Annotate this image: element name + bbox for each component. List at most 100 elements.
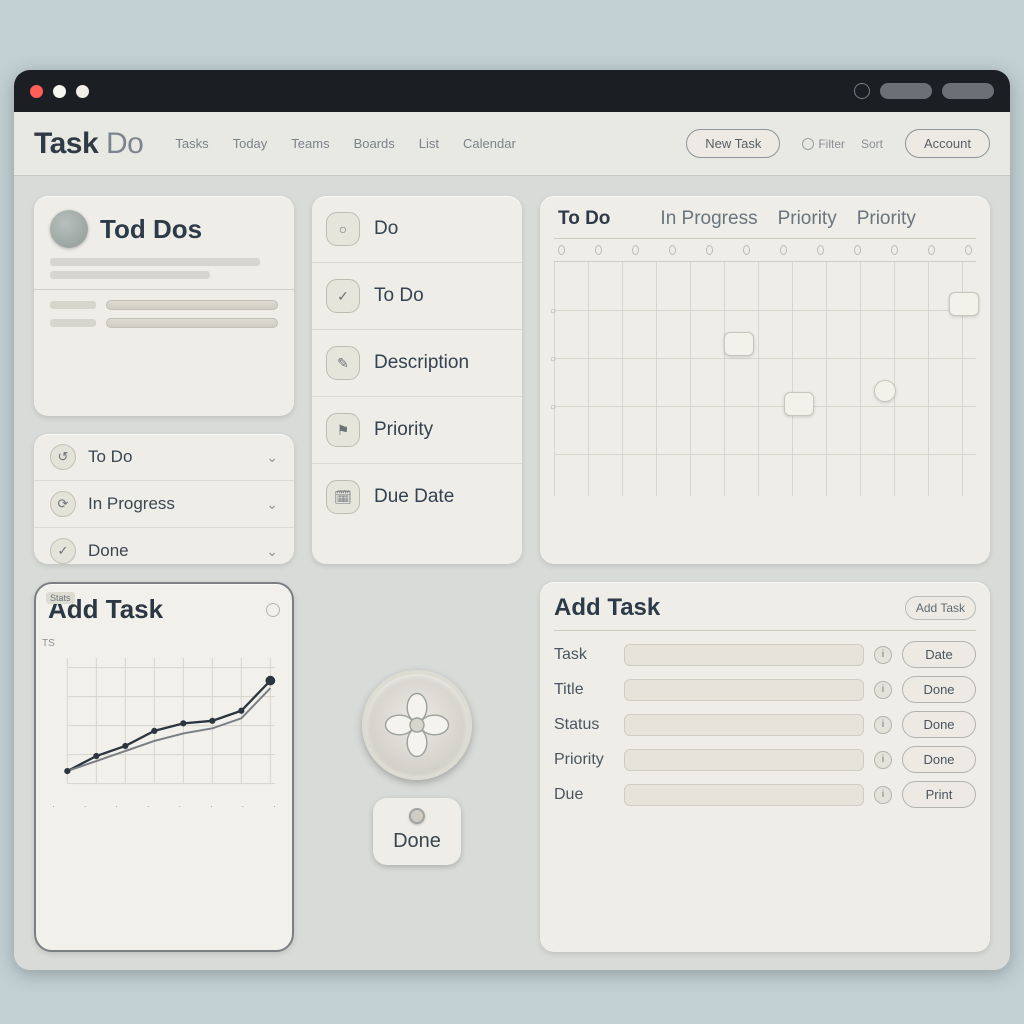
timeline-row-label: ○: [550, 354, 556, 365]
side-button-done[interactable]: Done: [902, 711, 976, 738]
flower-icon: [362, 670, 472, 780]
field-label: Priority: [374, 419, 433, 441]
timeline-item[interactable]: [874, 380, 896, 402]
divider: [34, 289, 294, 290]
tag-chip: [50, 301, 96, 309]
top-nav: Task Do Tasks Today Teams Boards List Ca…: [14, 112, 1010, 176]
info-icon[interactable]: i: [874, 786, 892, 804]
form-label: Status: [554, 716, 614, 734]
task-fields-card: ○ Do ✓ To Do ✎ Description ⚑ Priority 🗓 …: [312, 196, 522, 564]
circle-arrow-icon: ↺: [50, 444, 76, 470]
nav-links: Tasks Today Teams Boards List Calendar: [175, 136, 664, 151]
timeline-grid[interactable]: ○ ○ ○: [554, 261, 976, 496]
due-input[interactable]: [624, 784, 864, 806]
account-pill[interactable]: [880, 83, 932, 99]
done-chip[interactable]: Done: [373, 798, 461, 865]
new-task-button[interactable]: New Task: [686, 129, 780, 158]
timeline-item[interactable]: [949, 292, 979, 316]
field-label: Due Date: [374, 486, 454, 508]
info-icon[interactable]: i: [874, 751, 892, 769]
window-controls: [30, 85, 89, 98]
chart-x-ticks: ········: [48, 801, 280, 811]
check-icon: ✓: [50, 538, 76, 564]
nav-link-teams[interactable]: Teams: [291, 136, 329, 151]
side-button-date[interactable]: Date: [902, 641, 976, 668]
nav-link-calendar[interactable]: Calendar: [463, 136, 516, 151]
chart-tag: Stats: [46, 592, 75, 604]
timeline-col-priority[interactable]: Priority: [778, 208, 837, 230]
nav-link-list[interactable]: List: [419, 136, 439, 151]
timeline-row-label: ○: [550, 306, 556, 317]
field-row-todo[interactable]: ✓ To Do: [312, 263, 522, 330]
timeline-col-todo[interactable]: To Do: [558, 208, 610, 230]
status-row-done[interactable]: ✓ Done ⌄: [34, 528, 294, 574]
form-rows: Task i Date Title i Done Status i Done: [554, 641, 976, 808]
maximize-icon[interactable]: [76, 85, 89, 98]
status-label: In Progress: [88, 494, 254, 514]
info-icon[interactable]: i: [874, 716, 892, 734]
minimize-icon[interactable]: [53, 85, 66, 98]
nav-filter[interactable]: Filter: [818, 137, 845, 151]
quick-input[interactable]: [106, 318, 278, 328]
edit-icon: ✎: [326, 346, 360, 380]
done-label: Done: [393, 830, 441, 853]
timeline-item[interactable]: [724, 332, 754, 356]
board: Tod Dos ↺ To Do ⌄ ⟳ In Progress: [14, 176, 1010, 970]
form-row-due: Due i Print: [554, 781, 976, 808]
menu-pill[interactable]: [942, 83, 994, 99]
placeholder-line: [50, 271, 210, 279]
task-input[interactable]: [624, 644, 864, 666]
field-label: Description: [374, 352, 469, 374]
status-row-inprogress[interactable]: ⟳ In Progress ⌄: [34, 481, 294, 528]
field-row-duedate[interactable]: 🗓 Due Date: [312, 464, 522, 530]
quick-input[interactable]: [106, 300, 278, 310]
chart-ylabel: TS: [42, 638, 55, 649]
priority-input[interactable]: [624, 749, 864, 771]
chevron-down-icon: ⌄: [266, 543, 278, 560]
status-filter-card: ↺ To Do ⌄ ⟳ In Progress ⌄ ✓ Done ⌄: [34, 434, 294, 564]
field-row-description[interactable]: ✎ Description: [312, 330, 522, 397]
nav-link-boards[interactable]: Boards: [354, 136, 395, 151]
status-label: To Do: [88, 447, 254, 467]
brand-sub: Do: [106, 127, 143, 160]
side-button-done[interactable]: Done: [902, 676, 976, 703]
todos-title: Tod Dos: [100, 214, 202, 245]
tag-chip: [50, 319, 96, 327]
account-button[interactable]: Account: [905, 129, 990, 158]
info-icon[interactable]: i: [874, 646, 892, 664]
title-input[interactable]: [624, 679, 864, 701]
expand-icon[interactable]: [266, 603, 280, 617]
avatar[interactable]: [50, 210, 88, 248]
timeline-col-inprogress[interactable]: In Progress: [660, 208, 757, 230]
timeline-item[interactable]: [784, 392, 814, 416]
todos-summary-card: Tod Dos: [34, 196, 294, 416]
nav-link-tasks[interactable]: Tasks: [175, 136, 208, 151]
form-label: Priority: [554, 751, 614, 769]
app-window: Task Do Tasks Today Teams Boards List Ca…: [14, 70, 1010, 970]
field-row-do[interactable]: ○ Do: [312, 196, 522, 263]
check-icon: ✓: [326, 279, 360, 313]
field-label: Do: [374, 218, 398, 240]
nav-link-today[interactable]: Today: [233, 136, 268, 151]
side-button-done[interactable]: Done: [902, 746, 976, 773]
timeline-columns: To Do In Progress Priority Priority: [554, 208, 976, 239]
timeline-card: To Do In Progress Priority Priority ○ ○ …: [540, 196, 990, 564]
field-row-priority[interactable]: ⚑ Priority: [312, 397, 522, 464]
placeholder-line: [50, 258, 260, 266]
nav-sort[interactable]: Sort: [861, 137, 883, 151]
status-input[interactable]: [624, 714, 864, 736]
status-row-todo[interactable]: ↺ To Do ⌄: [34, 434, 294, 481]
close-icon[interactable]: [30, 85, 43, 98]
form-row-task: Task i Date: [554, 641, 976, 668]
form-row-title: Title i Done: [554, 676, 976, 703]
form-title: Add Task: [554, 594, 660, 622]
info-icon[interactable]: i: [874, 681, 892, 699]
filter-icon: [802, 138, 814, 150]
form-label: Title: [554, 681, 614, 699]
add-task-button[interactable]: Add Task: [905, 596, 976, 620]
titlebar-right: [854, 83, 994, 99]
settings-icon[interactable]: [854, 83, 870, 99]
timeline-col-priority2[interactable]: Priority: [857, 208, 916, 230]
form-row-status: Status i Done: [554, 711, 976, 738]
side-button-print[interactable]: Print: [902, 781, 976, 808]
